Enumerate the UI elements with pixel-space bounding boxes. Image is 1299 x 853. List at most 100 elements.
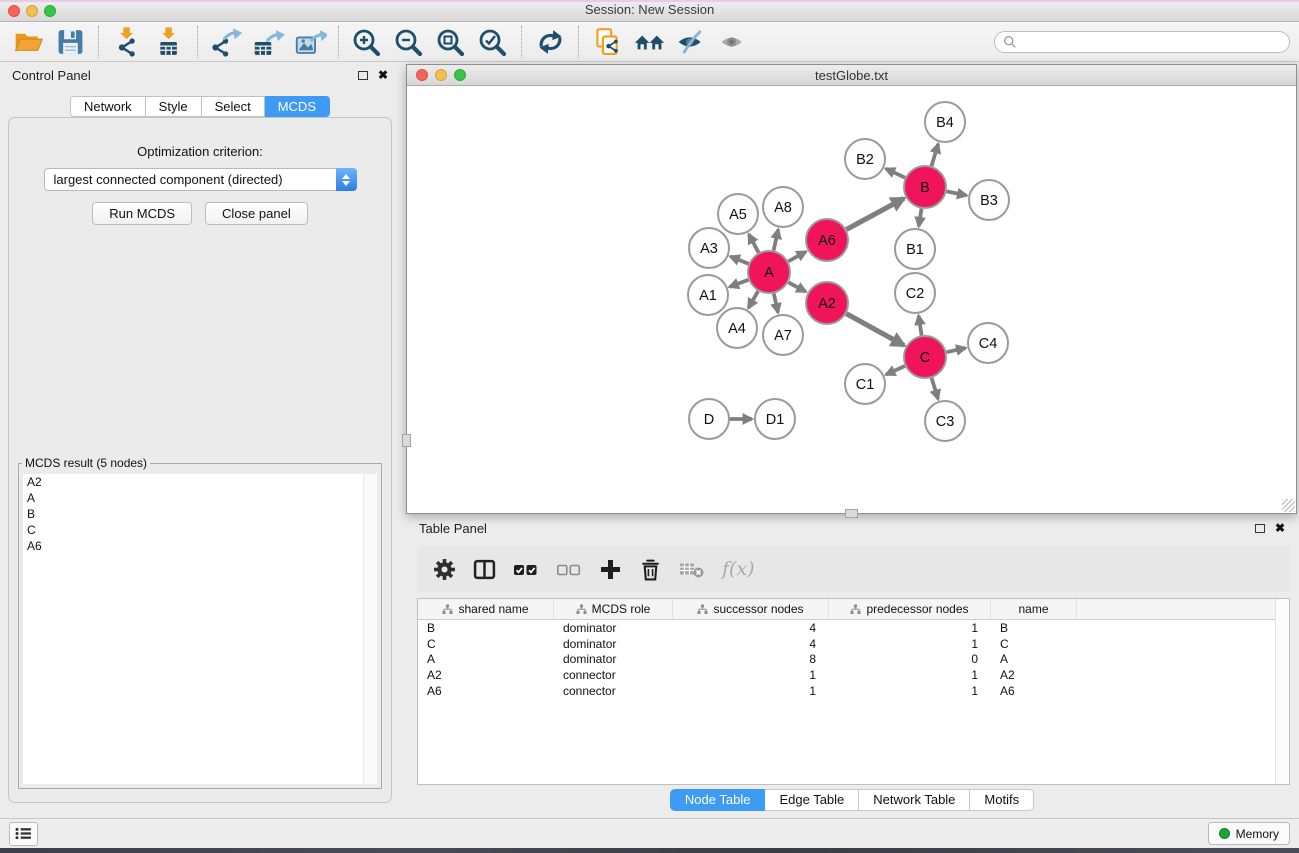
table-cell[interactable]: 4 — [673, 637, 829, 651]
save-session-button[interactable] — [49, 25, 91, 59]
table-row[interactable]: Adominator80A — [418, 652, 1289, 668]
table-row[interactable]: Cdominator41C — [418, 636, 1289, 652]
delete-column-button[interactable] — [639, 556, 662, 582]
splitter-handle[interactable] — [402, 434, 411, 447]
table-cell[interactable]: A — [991, 652, 1077, 666]
table-cell[interactable]: 4 — [673, 621, 829, 635]
tab-motifs[interactable]: Motifs — [970, 789, 1034, 811]
select-all-columns-button[interactable] — [513, 556, 539, 582]
edge-C-C4[interactable] — [947, 348, 966, 352]
edge-A-A7[interactable] — [774, 294, 778, 313]
network-window-titlebar[interactable]: testGlobe.txt — [407, 65, 1296, 86]
column-header-shared-name[interactable]: shared name — [418, 599, 554, 619]
network-view-window[interactable]: testGlobe.txt B4B2BB3A8A5A6A3B1AC2A1A2A4… — [406, 64, 1297, 514]
table-cell[interactable]: 1 — [829, 637, 991, 651]
unselect-all-columns-button[interactable] — [556, 556, 582, 582]
memory-button[interactable]: Memory — [1208, 822, 1290, 845]
table-cell[interactable]: 1 — [829, 621, 991, 635]
edge-B-B4[interactable] — [932, 144, 939, 166]
node-table[interactable]: shared nameMCDS rolesuccessor nodesprede… — [417, 598, 1290, 785]
edge-A2-C[interactable] — [846, 314, 904, 346]
float-panel-icon[interactable] — [1255, 524, 1265, 533]
refresh-view-button[interactable] — [529, 25, 571, 59]
table-cell[interactable]: 1 — [673, 668, 829, 682]
table-cell[interactable]: A6 — [418, 684, 554, 698]
add-column-button[interactable] — [599, 556, 622, 582]
copy-view-button[interactable] — [586, 25, 628, 59]
table-cell[interactable]: dominator — [554, 621, 673, 635]
resize-grip-icon[interactable] — [1282, 499, 1295, 512]
mcds-result-list[interactable]: A2ABCA6 — [23, 474, 377, 784]
table-cell[interactable]: A2 — [418, 668, 554, 682]
export-network-button[interactable] — [205, 25, 247, 59]
node-B3[interactable]: B3 — [969, 180, 1009, 220]
table-cell[interactable]: 1 — [829, 684, 991, 698]
table-cell[interactable]: dominator — [554, 637, 673, 651]
zoom-in-button[interactable] — [346, 25, 388, 59]
table-cell[interactable]: dominator — [554, 652, 673, 666]
import-table-button[interactable] — [148, 25, 190, 59]
edge-C-C2[interactable] — [919, 316, 922, 336]
node-C2[interactable]: C2 — [895, 273, 935, 313]
table-settings-button[interactable] — [433, 556, 456, 582]
tab-network[interactable]: Network — [70, 96, 146, 117]
mcds-result-item[interactable]: A — [23, 490, 377, 506]
tab-node-table[interactable]: Node Table — [670, 789, 766, 811]
network-canvas[interactable]: B4B2BB3A8A5A6A3B1AC2A1A2A4A7C4CC1DD1C3 — [407, 87, 1296, 513]
node-D[interactable]: D — [689, 399, 729, 439]
column-header-name[interactable]: name — [991, 599, 1077, 619]
open-file-button[interactable] — [7, 25, 49, 59]
node-B1[interactable]: B1 — [895, 229, 935, 269]
close-panel-icon[interactable]: ✖ — [378, 69, 388, 81]
table-cell[interactable]: C — [418, 637, 554, 651]
close-panel-icon[interactable]: ✖ — [1275, 522, 1285, 534]
node-C3[interactable]: C3 — [925, 401, 965, 441]
column-header-predecessor-nodes[interactable]: predecessor nodes — [829, 599, 991, 619]
table-cell[interactable]: connector — [554, 684, 673, 698]
edge-A-A8[interactable] — [774, 230, 779, 251]
table-cell[interactable]: connector — [554, 668, 673, 682]
close-window-icon[interactable] — [8, 5, 20, 17]
table-cell[interactable]: A2 — [991, 668, 1077, 682]
export-table-button[interactable] — [247, 25, 289, 59]
mcds-result-item[interactable]: A2 — [23, 474, 377, 490]
node-C[interactable]: C — [904, 336, 946, 378]
table-cell[interactable]: B — [418, 621, 554, 635]
node-A4[interactable]: A4 — [717, 308, 757, 348]
mcds-result-item[interactable]: C — [23, 522, 377, 538]
network-canvas-svg[interactable]: B4B2BB3A8A5A6A3B1AC2A1A2A4A7C4CC1DD1C3 — [407, 87, 1296, 513]
criterion-dropdown[interactable]: largest connected component (directed) — [44, 168, 357, 191]
node-C4[interactable]: C4 — [968, 323, 1008, 363]
zoom-window-icon[interactable] — [44, 5, 56, 17]
node-A3[interactable]: A3 — [689, 228, 729, 268]
table-row[interactable]: A2connector11A2 — [418, 667, 1289, 683]
edge-C-C1[interactable] — [886, 366, 905, 375]
column-header-mcds-role[interactable]: MCDS role — [554, 599, 673, 619]
edge-C-C3[interactable] — [932, 378, 939, 399]
home-view-button[interactable] — [628, 25, 670, 59]
table-cell[interactable]: C — [991, 637, 1077, 651]
node-A6[interactable]: A6 — [806, 219, 848, 261]
network-window-controls[interactable] — [416, 69, 466, 81]
network-minimize-icon[interactable] — [435, 69, 447, 81]
tab-network-table[interactable]: Network Table — [859, 789, 970, 811]
node-C1[interactable]: C1 — [845, 364, 885, 404]
edge-B-B2[interactable] — [886, 169, 905, 178]
node-A[interactable]: A — [748, 251, 790, 293]
table-row[interactable]: Bdominator41B — [418, 620, 1289, 636]
search-box[interactable] — [994, 31, 1290, 53]
edge-A-A6[interactable] — [788, 252, 806, 262]
minimize-window-icon[interactable] — [26, 5, 38, 17]
mcds-result-item[interactable]: A6 — [23, 538, 377, 554]
node-A5[interactable]: A5 — [718, 194, 758, 234]
search-input[interactable] — [1022, 35, 1281, 49]
edge-A-A1[interactable] — [730, 280, 749, 287]
node-A7[interactable]: A7 — [763, 315, 803, 355]
table-cell[interactable]: 1 — [673, 684, 829, 698]
close-panel-button[interactable]: Close panel — [205, 202, 308, 225]
edge-B-B1[interactable] — [919, 209, 922, 227]
table-cell[interactable]: 0 — [829, 652, 991, 666]
edge-A-A4[interactable] — [748, 291, 758, 308]
import-network-button[interactable] — [106, 25, 148, 59]
hide-selected-button[interactable] — [670, 25, 712, 59]
